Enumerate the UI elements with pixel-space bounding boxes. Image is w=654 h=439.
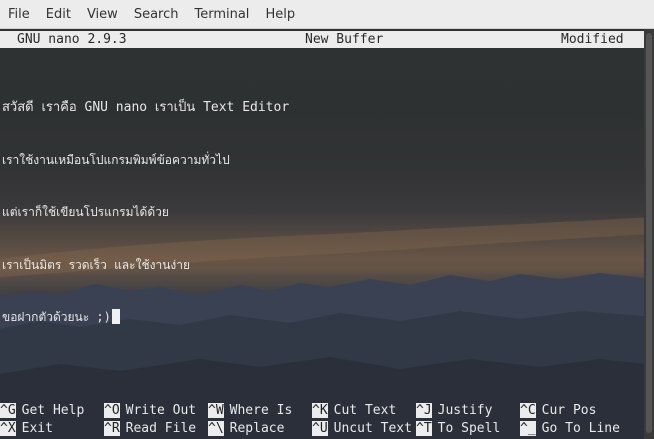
- shortcut-read-file[interactable]: ^R Read File: [104, 420, 196, 438]
- menu-help[interactable]: Help: [257, 0, 303, 29]
- shortcut-bar: ^G Get Help ^O Write Out ^W Where Is ^K Cut …: [0, 402, 644, 438]
- menubar: File Edit View Search Terminal Help: [0, 0, 654, 29]
- editor-line: เราใช้งานเหมือนโปแกรมพิมพ์ข้อความทั่วไป: [2, 152, 230, 167]
- menu-search[interactable]: Search: [126, 0, 187, 29]
- shortcut-key: ^T: [416, 421, 432, 436]
- terminal-area[interactable]: GNU nano 2.9.3 New Buffer Modified สวัสด…: [0, 29, 654, 439]
- shortcut-key: ^J: [416, 403, 432, 418]
- shortcut-key: ^C: [520, 403, 536, 418]
- shortcut-get-help[interactable]: ^G Get Help: [0, 402, 84, 420]
- menu-view[interactable]: View: [79, 0, 126, 29]
- nano-titlebar: GNU nano 2.9.3 New Buffer Modified: [0, 31, 644, 48]
- shortcut-label: Replace: [229, 421, 285, 436]
- shortcut-key: ^\: [208, 421, 224, 436]
- shortcut-label: Exit: [21, 421, 53, 436]
- menu-terminal[interactable]: Terminal: [186, 0, 257, 29]
- shortcut-go-to-line[interactable]: ^_ Go To Line: [520, 420, 620, 438]
- editor-text[interactable]: สวัสดี เราคือ GNU nano เราเป็น Text Edit…: [2, 64, 289, 362]
- shortcut-key: ^R: [104, 421, 120, 436]
- text-cursor: [111, 309, 120, 324]
- shortcut-key: ^X: [0, 421, 16, 436]
- menu-file[interactable]: File: [0, 0, 38, 29]
- shortcut-cur-pos[interactable]: ^C Cur Pos: [520, 402, 596, 420]
- editor-line: สวัสดี เราคือ GNU nano เราเป็น Text Edit…: [2, 100, 290, 115]
- shortcut-where-is[interactable]: ^W Where Is: [208, 402, 292, 420]
- shortcut-label: Uncut Text: [333, 421, 412, 436]
- shortcut-label: Cut Text: [333, 403, 397, 418]
- shortcut-cut-text[interactable]: ^K Cut Text: [312, 402, 396, 420]
- shortcut-key: ^_: [520, 421, 536, 436]
- nano-version: GNU nano 2.9.3: [17, 32, 127, 47]
- editor-line-text: ขอฝากตัวด้วยนะ ;): [2, 310, 111, 324]
- shortcut-uncut-text[interactable]: ^U Uncut Text: [312, 420, 412, 438]
- shortcut-replace[interactable]: ^\ Replace: [208, 420, 284, 438]
- editor-line-last: ขอฝากตัวด้วยนะ ;): [2, 309, 289, 327]
- buffer-name: New Buffer: [305, 32, 384, 47]
- shortcut-key: ^G: [0, 403, 16, 418]
- shortcut-label: To Spell: [437, 421, 501, 436]
- scrollbar[interactable]: [644, 29, 654, 439]
- shortcut-label: Go To Line: [541, 421, 620, 436]
- shortcut-to-spell[interactable]: ^T To Spell: [416, 420, 500, 438]
- shortcut-key: ^U: [312, 421, 328, 436]
- shortcut-label: Where Is: [229, 403, 293, 418]
- shortcut-label: Justify: [437, 403, 493, 418]
- editor-line: แต่เราก็ใช้เขียนโปรแกรมได้ด้วย: [2, 205, 169, 219]
- menu-edit[interactable]: Edit: [38, 0, 79, 29]
- shortcut-key: ^K: [312, 403, 328, 418]
- editor-line: เราเป็นมิตร รวดเร็ว และใช้งานง่าย: [2, 257, 191, 272]
- modified-status: Modified: [561, 32, 624, 47]
- shortcut-label: Cur Pos: [541, 403, 597, 418]
- shortcut-label: Get Help: [21, 403, 85, 418]
- scrollbar-thumb[interactable]: [646, 33, 652, 433]
- shortcut-label: Read File: [125, 421, 197, 436]
- shortcut-key: ^W: [208, 403, 224, 418]
- shortcut-key: ^O: [104, 403, 120, 418]
- shortcut-exit[interactable]: ^X Exit: [0, 420, 53, 438]
- shortcut-justify[interactable]: ^J Justify: [416, 402, 492, 420]
- shortcut-label: Write Out: [125, 403, 197, 418]
- shortcut-write-out[interactable]: ^O Write Out: [104, 402, 196, 420]
